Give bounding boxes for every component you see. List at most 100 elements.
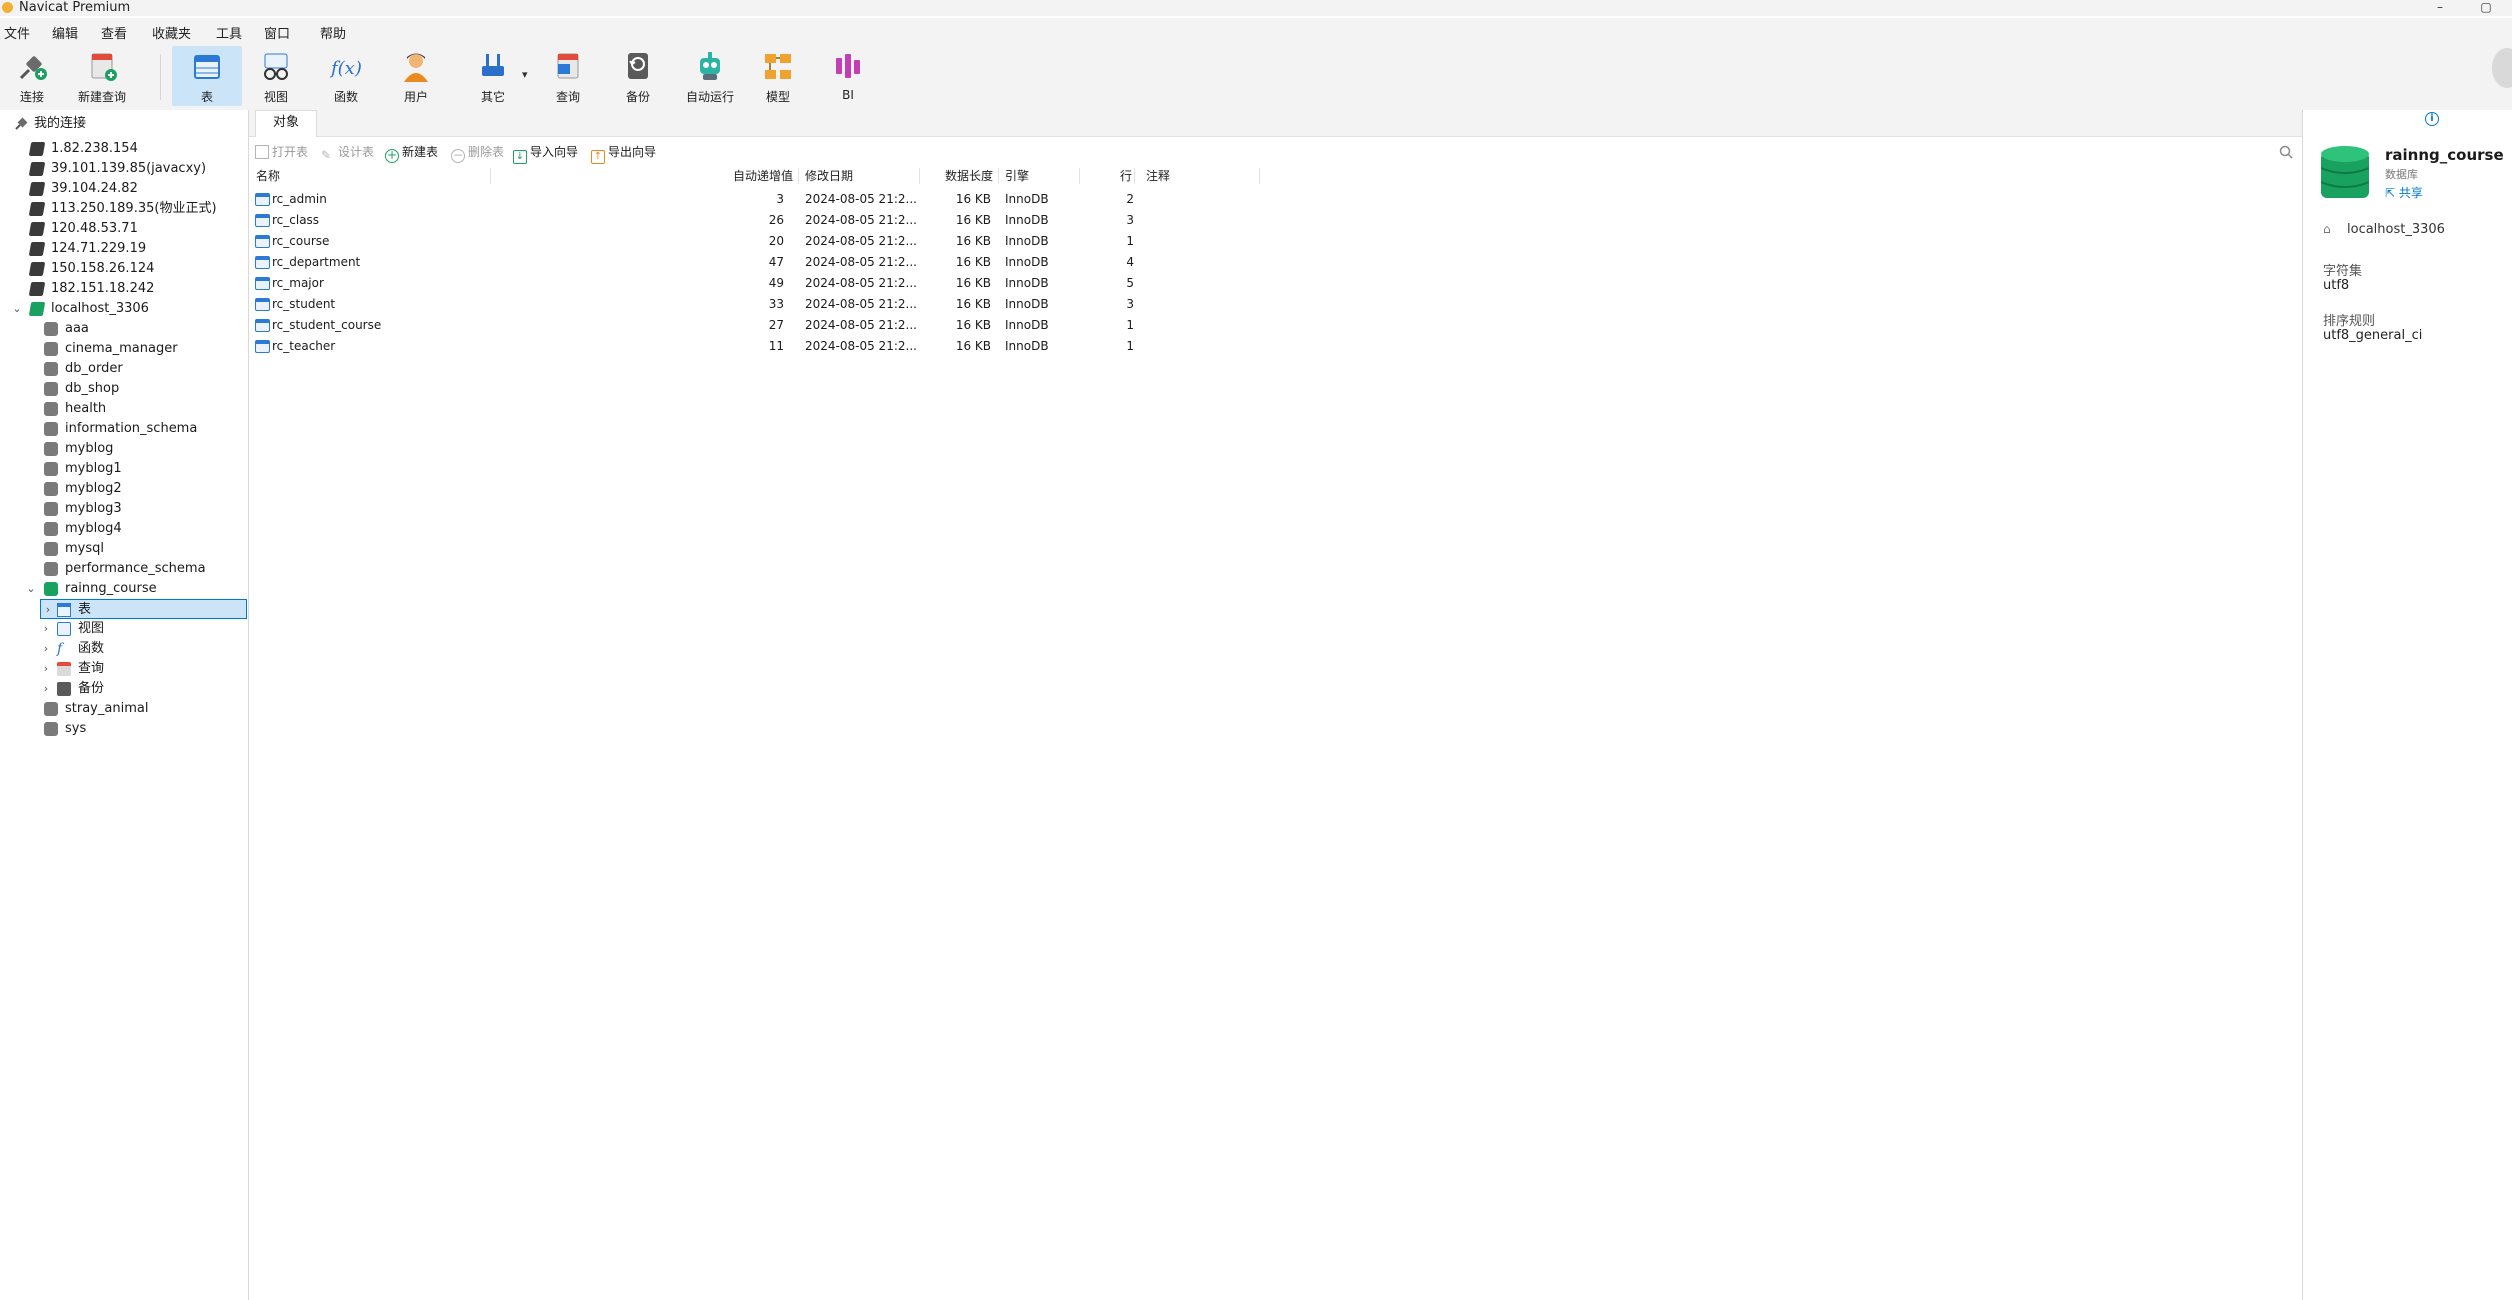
menu-view[interactable]: 查看	[101, 23, 127, 42]
info-collation-value: utf8_general_ci	[2323, 328, 2423, 343]
tree-database[interactable]: mysql	[0, 539, 246, 559]
tree-connection[interactable]: 150.158.26.124	[0, 259, 246, 279]
menu-favorites[interactable]: 收藏夹	[152, 23, 191, 42]
bi-button[interactable]: BI	[818, 46, 878, 106]
tree-database[interactable]: db_shop	[0, 379, 246, 399]
export-wizard-button[interactable]: ↑ 导出向导	[591, 142, 656, 164]
chevron-right-icon[interactable]: ›	[40, 619, 52, 639]
delete-table-button[interactable]: − 删除表	[451, 142, 504, 163]
tree-database[interactable]: stray_animal	[0, 699, 246, 719]
tree-node-queries[interactable]: › 查询	[0, 659, 246, 679]
tree-node-functions[interactable]: › f 函数	[0, 639, 246, 659]
new-table-button[interactable]: + 新建表	[385, 142, 438, 163]
database-icon	[44, 362, 58, 376]
connect-button[interactable]: 连接	[4, 46, 60, 106]
menu-file[interactable]: 文件	[4, 23, 30, 42]
tree-database[interactable]: myblog1	[0, 459, 246, 479]
tree-database[interactable]: health	[0, 399, 246, 419]
column-header-data-length[interactable]: 数据长度	[945, 166, 993, 186]
table-row[interactable]: rc_student_course 27 2024-08-05 21:2... …	[249, 315, 1259, 336]
tab-objects[interactable]: 对象	[255, 110, 317, 137]
tree-database[interactable]: performance_schema	[0, 559, 246, 579]
menu-edit[interactable]: 编辑	[52, 23, 78, 42]
tree-connection[interactable]: 39.101.139.85(javacxy)	[0, 159, 246, 179]
tree-database[interactable]: db_order	[0, 359, 246, 379]
column-divider[interactable]	[998, 168, 999, 184]
tree-connection-open[interactable]: ⌄ localhost_3306	[0, 299, 246, 319]
chevron-right-icon[interactable]: ›	[40, 659, 52, 679]
column-divider[interactable]	[919, 168, 920, 184]
table-row[interactable]: rc_department 47 2024-08-05 21:2... 16 K…	[249, 252, 1259, 273]
account-avatar[interactable]	[2492, 48, 2512, 88]
object-toolbar: 打开表 ✎ 设计表 + 新建表 − 删除表 ↓ 导入向导 ↑ 导出向导	[249, 140, 2302, 164]
column-header-auto-increment[interactable]: 自动递增值	[733, 166, 793, 186]
table-button[interactable]: 表	[172, 46, 242, 106]
maximize-button[interactable]: ▢	[2476, 0, 2496, 16]
tree-database[interactable]: myblog2	[0, 479, 246, 499]
chevron-down-icon[interactable]: ⌄	[11, 299, 23, 319]
menu-help[interactable]: 帮助	[320, 23, 346, 42]
tree-database-open[interactable]: ⌄ rainng_course	[0, 579, 246, 599]
database-large-icon	[2321, 146, 2369, 198]
open-table-button[interactable]: 打开表	[255, 142, 308, 162]
menu-window[interactable]: 窗口	[264, 23, 290, 42]
tree-database[interactable]: cinema_manager	[0, 339, 246, 359]
backup-button[interactable]: 备份	[608, 46, 668, 106]
column-divider[interactable]	[1259, 168, 1260, 184]
table-row[interactable]: rc_teacher 11 2024-08-05 21:2... 16 KB I…	[249, 336, 1259, 357]
tree-connection[interactable]: 124.71.229.19	[0, 239, 246, 259]
import-wizard-button[interactable]: ↓ 导入向导	[513, 142, 578, 164]
table-row[interactable]: rc_class 26 2024-08-05 21:2... 16 KB Inn…	[249, 210, 1259, 231]
chevron-down-icon[interactable]: ⌄	[25, 579, 37, 599]
column-header-name[interactable]: 名称	[256, 166, 280, 186]
tree-node-backups[interactable]: › 备份	[0, 679, 246, 699]
tree-node-tables[interactable]: › 表	[40, 599, 247, 619]
new-query-button[interactable]: 新建查询	[64, 46, 140, 106]
table-row[interactable]: rc_course 20 2024-08-05 21:2... 16 KB In…	[249, 231, 1259, 252]
automation-button[interactable]: 自动运行	[672, 46, 748, 106]
tree-database[interactable]: aaa	[0, 319, 246, 339]
function-button[interactable]: f(x) 函数	[316, 46, 376, 106]
export-icon: ↑	[591, 150, 605, 164]
tree-node-views[interactable]: › 视图	[0, 619, 246, 639]
column-divider[interactable]	[1079, 168, 1080, 184]
chevron-right-icon[interactable]: ›	[40, 679, 52, 699]
tree-database[interactable]: information_schema	[0, 419, 246, 439]
tree-database[interactable]: myblog	[0, 439, 246, 459]
chevron-right-icon[interactable]: ›	[40, 639, 52, 659]
chevron-right-icon[interactable]: ›	[42, 600, 54, 620]
table-row[interactable]: rc_admin 3 2024-08-05 21:2... 16 KB Inno…	[249, 189, 1259, 210]
menu-tools[interactable]: 工具	[216, 23, 242, 42]
table-row[interactable]: rc_student 33 2024-08-05 21:2... 16 KB I…	[249, 294, 1259, 315]
tree-database[interactable]: sys	[0, 719, 246, 739]
column-header-modified[interactable]: 修改日期	[805, 166, 853, 186]
column-header-comment[interactable]: 注释	[1146, 166, 1170, 186]
minimize-button[interactable]: –	[2430, 0, 2450, 16]
backup-icon	[628, 53, 648, 79]
table-row[interactable]: rc_major 49 2024-08-05 21:2... 16 KB Inn…	[249, 273, 1259, 294]
tree-database[interactable]: myblog4	[0, 519, 246, 539]
view-button[interactable]: 视图	[246, 46, 306, 106]
user-button[interactable]: 用户	[386, 46, 446, 106]
column-divider[interactable]	[490, 168, 491, 184]
toolbar-separator	[160, 54, 161, 100]
column-header-rows[interactable]: 行	[1120, 166, 1132, 186]
column-divider[interactable]	[798, 168, 799, 184]
tree-root-my-connections[interactable]: 我的连接	[0, 114, 246, 134]
tree-database[interactable]: myblog3	[0, 499, 246, 519]
tree-connection[interactable]: 39.104.24.82	[0, 179, 246, 199]
design-table-button[interactable]: ✎ 设计表	[321, 142, 374, 162]
column-divider[interactable]	[1134, 168, 1135, 184]
column-header-engine[interactable]: 引擎	[1005, 166, 1029, 186]
info-icon[interactable]: i	[2425, 112, 2439, 126]
model-button[interactable]: 模型	[748, 46, 808, 106]
other-button[interactable]: 其它 ▾	[462, 46, 528, 106]
search-icon[interactable]	[2279, 145, 2293, 159]
tree-connection[interactable]: 182.151.18.242	[0, 279, 246, 299]
tree-connection[interactable]: 120.48.53.71	[0, 219, 246, 239]
other-dropdown-icon[interactable]: ▾	[522, 68, 528, 81]
query-button[interactable]: 查询	[538, 46, 598, 106]
tree-connection[interactable]: 113.250.189.35(物业正式)	[0, 199, 246, 219]
tree-connection[interactable]: 1.82.238.154	[0, 139, 246, 159]
share-link[interactable]: ⇱ 共享	[2385, 184, 2423, 201]
